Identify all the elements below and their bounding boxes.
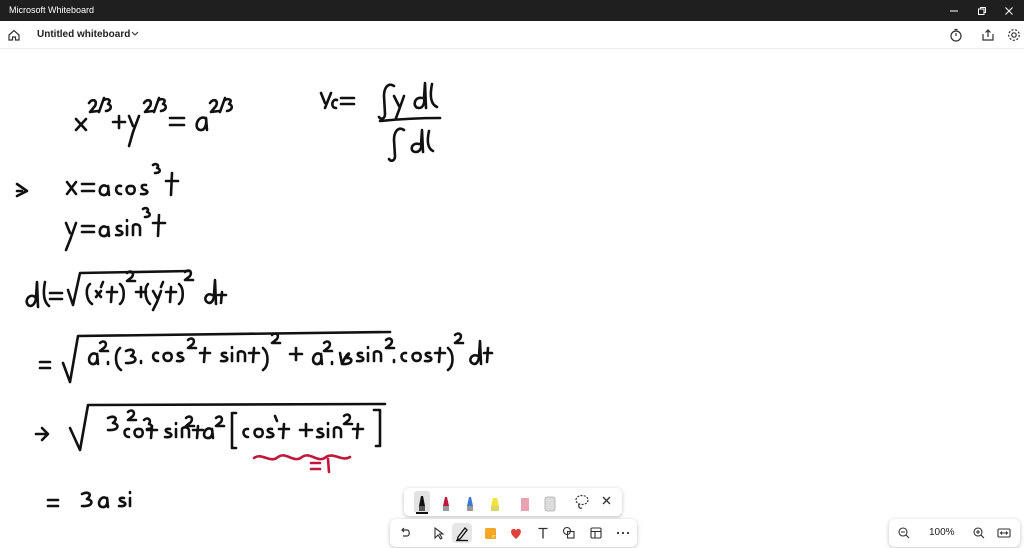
- pointer-icon: [434, 526, 445, 540]
- ink-line-simplified[interactable]: [34, 402, 387, 452]
- pen-icon: [456, 527, 468, 542]
- whiteboard-canvas[interactable]: [0, 48, 1024, 548]
- text-icon: [538, 527, 548, 539]
- ink-arc-length[interactable]: [25, 269, 228, 312]
- zoom-out-button[interactable]: [894, 523, 914, 543]
- zoom-level: 100%: [929, 527, 955, 538]
- ink-palette: [404, 488, 622, 516]
- ink-result-partial[interactable]: [46, 490, 132, 509]
- lasso-icon[interactable]: [575, 494, 589, 509]
- share-icon[interactable]: [980, 27, 996, 43]
- shapes-button[interactable]: [559, 523, 579, 543]
- blue-pen[interactable]: [467, 497, 473, 511]
- undo-icon: [401, 527, 410, 537]
- zoom-in-icon: [973, 527, 985, 539]
- restore-icon: [978, 7, 986, 15]
- zoom-in-button[interactable]: [969, 523, 989, 543]
- highlighter[interactable]: [491, 498, 499, 511]
- home-icon[interactable]: [6, 27, 22, 43]
- zoom-controls: 100%: [889, 519, 1020, 547]
- sticky-note-button[interactable]: [480, 523, 500, 543]
- templates-button[interactable]: [586, 523, 606, 543]
- undo-button[interactable]: [395, 523, 415, 543]
- title-bar: Microsoft Whiteboard: [0, 0, 1024, 21]
- more-button[interactable]: [613, 523, 633, 543]
- select-button[interactable]: [428, 523, 448, 543]
- app-toolbar: Untitled whiteboard: [0, 21, 1024, 49]
- reactions-button[interactable]: [506, 523, 526, 543]
- shapes-icon: [562, 526, 575, 539]
- heart-icon: [511, 528, 521, 539]
- close-window-button[interactable]: [992, 0, 1024, 21]
- inking-button[interactable]: [452, 523, 472, 543]
- text-button[interactable]: [533, 523, 553, 543]
- ink-equation-astroid[interactable]: [74, 96, 234, 148]
- minimize-icon: [950, 10, 958, 12]
- board-name[interactable]: Untitled whiteboard: [37, 29, 130, 40]
- zoom-out-icon: [898, 527, 910, 539]
- pink-pen[interactable]: [521, 498, 529, 511]
- close-icon[interactable]: [602, 496, 611, 505]
- ink-line-expanded[interactable]: [38, 330, 494, 384]
- black-pen[interactable]: [414, 491, 430, 514]
- eraser[interactable]: [544, 496, 556, 512]
- ink-parametric-x[interactable]: [15, 162, 180, 198]
- fit-screen-icon: [997, 528, 1011, 538]
- app-title: Microsoft Whiteboard: [9, 5, 95, 15]
- sticky-note-icon: [485, 528, 496, 539]
- ink-underbrace[interactable]: [252, 454, 352, 474]
- ink-parametric-y[interactable]: [64, 206, 167, 252]
- fit-to-screen-button[interactable]: [994, 523, 1014, 543]
- pen-set: [414, 491, 611, 514]
- chevron-down-icon[interactable]: [130, 27, 140, 39]
- red-pen[interactable]: [443, 497, 449, 511]
- close-icon: [1005, 7, 1013, 15]
- tool-dock: [390, 519, 637, 547]
- ink-equation-yc[interactable]: [319, 81, 442, 162]
- timer-icon[interactable]: [948, 27, 964, 43]
- template-icon: [590, 527, 602, 539]
- more-icon: [616, 531, 630, 535]
- gear-icon[interactable]: [1006, 27, 1022, 43]
